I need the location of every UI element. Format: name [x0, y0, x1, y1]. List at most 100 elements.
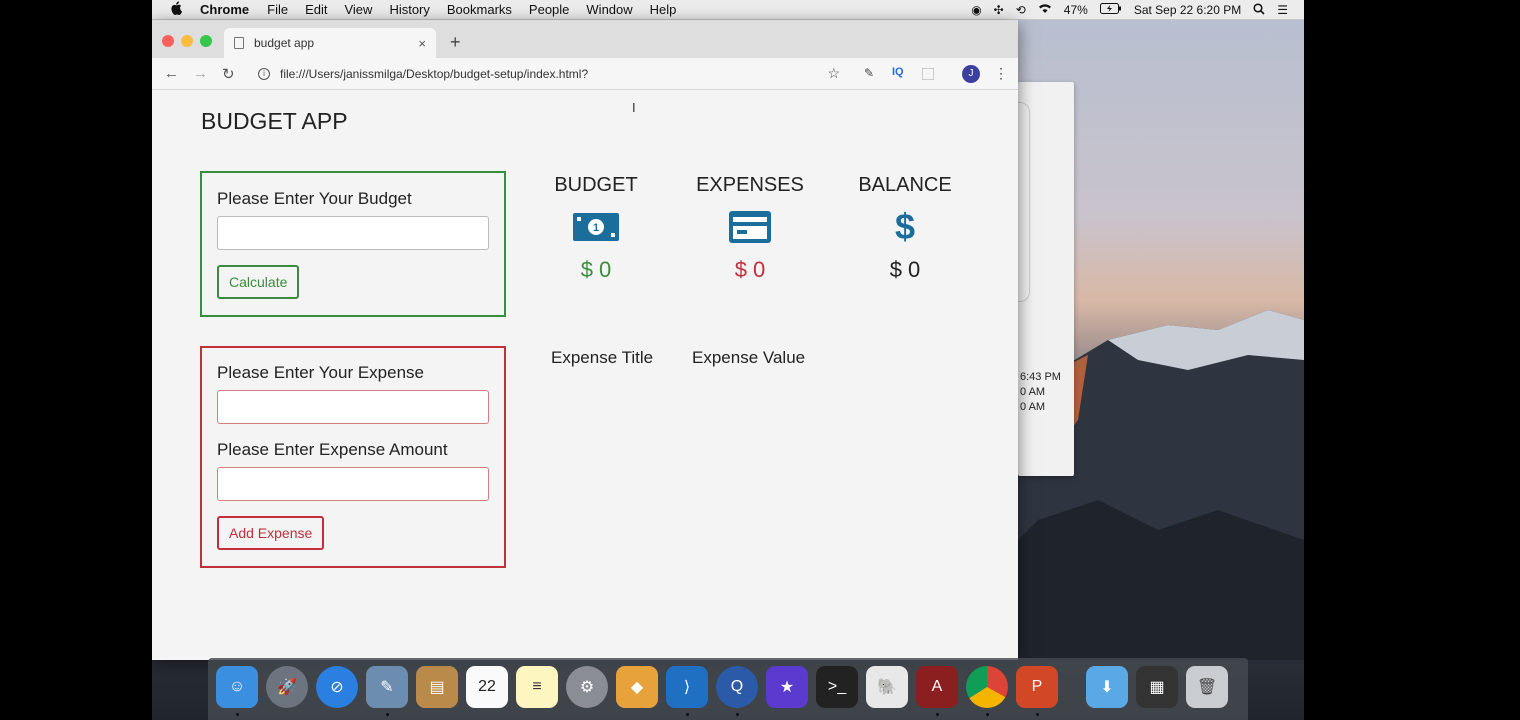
- back-icon[interactable]: ←: [164, 65, 179, 82]
- desktop: 6:43 PM 0 AM 0 AM Chrome File Edit View …: [152, 0, 1304, 720]
- budget-stat: BUDGET 1 $ 0: [526, 174, 666, 283]
- menu-bookmarks[interactable]: Bookmarks: [447, 2, 512, 17]
- address-bar[interactable]: i file:///Users/janissmilga/Desktop/budg…: [248, 61, 848, 87]
- menu-window[interactable]: Window: [586, 2, 632, 17]
- chrome-icon[interactable]: [966, 666, 1008, 708]
- trash-icon[interactable]: 🗑: [1186, 666, 1228, 708]
- menu-history[interactable]: History: [389, 2, 429, 17]
- menu-edit[interactable]: Edit: [305, 2, 327, 17]
- tab-title: budget app: [254, 36, 315, 50]
- expense-form: Please Enter Your Expense Please Enter E…: [200, 346, 506, 568]
- chrome-menu-icon[interactable]: ⋮: [994, 65, 1008, 82]
- svg-text:1: 1: [593, 222, 599, 234]
- calendar-day: 22: [478, 678, 496, 695]
- info-icon[interactable]: i: [258, 68, 270, 80]
- budget-input[interactable]: [217, 216, 489, 250]
- expense-value-header: Expense Value: [692, 348, 806, 367]
- menu-view[interactable]: View: [344, 2, 372, 17]
- quicktime-running-dot: [736, 713, 739, 716]
- budget-label: Please Enter Your Budget: [217, 189, 412, 208]
- preview-running-dot: [386, 713, 389, 716]
- menu-bar: Chrome File Edit View History Bookmarks …: [152, 0, 1304, 20]
- background-finder-window[interactable]: 6:43 PM 0 AM 0 AM: [1018, 82, 1074, 476]
- expense-title-input[interactable]: [217, 390, 489, 424]
- reload-icon[interactable]: ↻: [222, 65, 235, 83]
- sync-icon[interactable]: ✣: [994, 3, 1004, 17]
- apple-icon[interactable]: [170, 1, 186, 18]
- extension-blank-icon[interactable]: [922, 68, 934, 80]
- balance-amount: $ 0: [889, 257, 921, 282]
- clock[interactable]: Sat Sep 22 6:20 PM: [1134, 3, 1241, 17]
- terminal-icon[interactable]: >_: [816, 666, 858, 708]
- extension-iq-icon[interactable]: IQ: [892, 66, 904, 78]
- svg-text:$: $: [895, 209, 915, 245]
- calculate-button[interactable]: Calculate: [217, 265, 300, 299]
- balance-stat-title: BALANCE: [858, 174, 952, 196]
- vscode-running-dot: [686, 713, 689, 716]
- time-machine-icon[interactable]: ⟲: [1016, 3, 1026, 17]
- sketch-icon[interactable]: ◆: [616, 666, 658, 708]
- bookmark-star-icon[interactable]: ☆: [827, 65, 840, 82]
- new-tab-button[interactable]: +: [450, 32, 461, 53]
- money-bill-icon: 1: [526, 211, 666, 243]
- forward-icon[interactable]: →: [193, 65, 208, 82]
- safari-icon[interactable]: ⊘: [316, 666, 358, 708]
- expense-title-header: Expense Title: [551, 348, 654, 367]
- window-minimize-button[interactable]: [181, 35, 193, 47]
- expense-amount-input[interactable]: [217, 467, 489, 501]
- budget-stat-title: BUDGET: [554, 174, 638, 196]
- menu-people[interactable]: People: [529, 2, 569, 17]
- text-cursor-icon: I: [632, 100, 636, 115]
- extension-eyedropper-icon[interactable]: ✎: [864, 66, 874, 80]
- url-text[interactable]: file:///Users/janissmilga/Desktop/budget…: [280, 67, 588, 81]
- contacts-icon[interactable]: ▤: [416, 666, 458, 708]
- powerpoint-icon[interactable]: P: [1016, 666, 1058, 708]
- wifi-icon[interactable]: [1038, 3, 1052, 17]
- tab-budget-app[interactable]: budget app ×: [224, 28, 436, 58]
- window-maximize-button[interactable]: [200, 35, 212, 47]
- profile-avatar[interactable]: J: [962, 65, 980, 83]
- chrome-running-dot: [986, 713, 989, 716]
- expenses-stat: EXPENSES $ 0: [680, 174, 820, 283]
- vscode-icon[interactable]: ⟩: [666, 666, 708, 708]
- finder-icon[interactable]: ☺: [216, 666, 258, 708]
- spotlight-icon[interactable]: [1253, 2, 1265, 18]
- budget-amount: $ 0: [580, 257, 612, 282]
- battery-percent[interactable]: 47%: [1064, 3, 1088, 17]
- browser-toolbar: ← → ↻ i file:///Users/janissmilga/Deskto…: [152, 58, 1018, 90]
- credit-card-icon: [680, 211, 820, 243]
- evernote-icon[interactable]: 🐘: [866, 666, 908, 708]
- balance-stat: BALANCE $ $ 0: [835, 174, 975, 283]
- launchpad-icon[interactable]: 🚀: [266, 666, 308, 708]
- time-3: 0 AM: [1020, 401, 1046, 413]
- notes-icon[interactable]: ≡: [516, 666, 558, 708]
- dollar-sign-icon: $: [835, 209, 975, 245]
- tab-close-icon[interactable]: ×: [418, 36, 426, 51]
- menu-help[interactable]: Help: [650, 2, 677, 17]
- record-icon[interactable]: ◉: [971, 3, 981, 17]
- system-preferences-icon[interactable]: ⚙: [566, 666, 608, 708]
- acrobat-icon[interactable]: A: [916, 666, 958, 708]
- page-icon: [234, 37, 244, 49]
- expense-amount-label: Please Enter Expense Amount: [217, 440, 448, 459]
- browser-window: budget app × + ← → ↻ i file:///Users/jan…: [152, 20, 1018, 660]
- quicktime-icon[interactable]: Q: [716, 666, 758, 708]
- notification-center-icon[interactable]: ☰: [1277, 3, 1288, 17]
- imovie-icon[interactable]: ★: [766, 666, 808, 708]
- menu-app-name[interactable]: Chrome: [200, 2, 249, 17]
- calendar-icon[interactable]: 22: [466, 666, 508, 708]
- powerpoint-running-dot: [1036, 713, 1039, 716]
- add-expense-button[interactable]: Add Expense: [217, 516, 325, 550]
- dock: ☺ 🚀 ⊘ ✎ ▤ 22 ≡ ⚙ ◆ ⟩ Q ★ >_ 🐘 A P ⬇ ▦ 🗑: [208, 658, 1248, 720]
- preview-icon[interactable]: ✎: [366, 666, 408, 708]
- menu-file[interactable]: File: [267, 2, 288, 17]
- downloads-folder-icon[interactable]: ⬇: [1086, 666, 1128, 708]
- expense-title-label: Please Enter Your Expense: [217, 363, 424, 382]
- screenshots-stack-icon[interactable]: ▦: [1136, 666, 1178, 708]
- budget-form: Please Enter Your Budget Calculate: [200, 171, 506, 317]
- page-content: BUDGET APP Please Enter Your Budget Calc…: [152, 90, 1018, 660]
- window-close-button[interactable]: [162, 35, 174, 47]
- battery-icon[interactable]: [1099, 3, 1122, 17]
- time-2: 0 AM: [1020, 386, 1046, 398]
- expenses-stat-title: EXPENSES: [696, 174, 804, 196]
